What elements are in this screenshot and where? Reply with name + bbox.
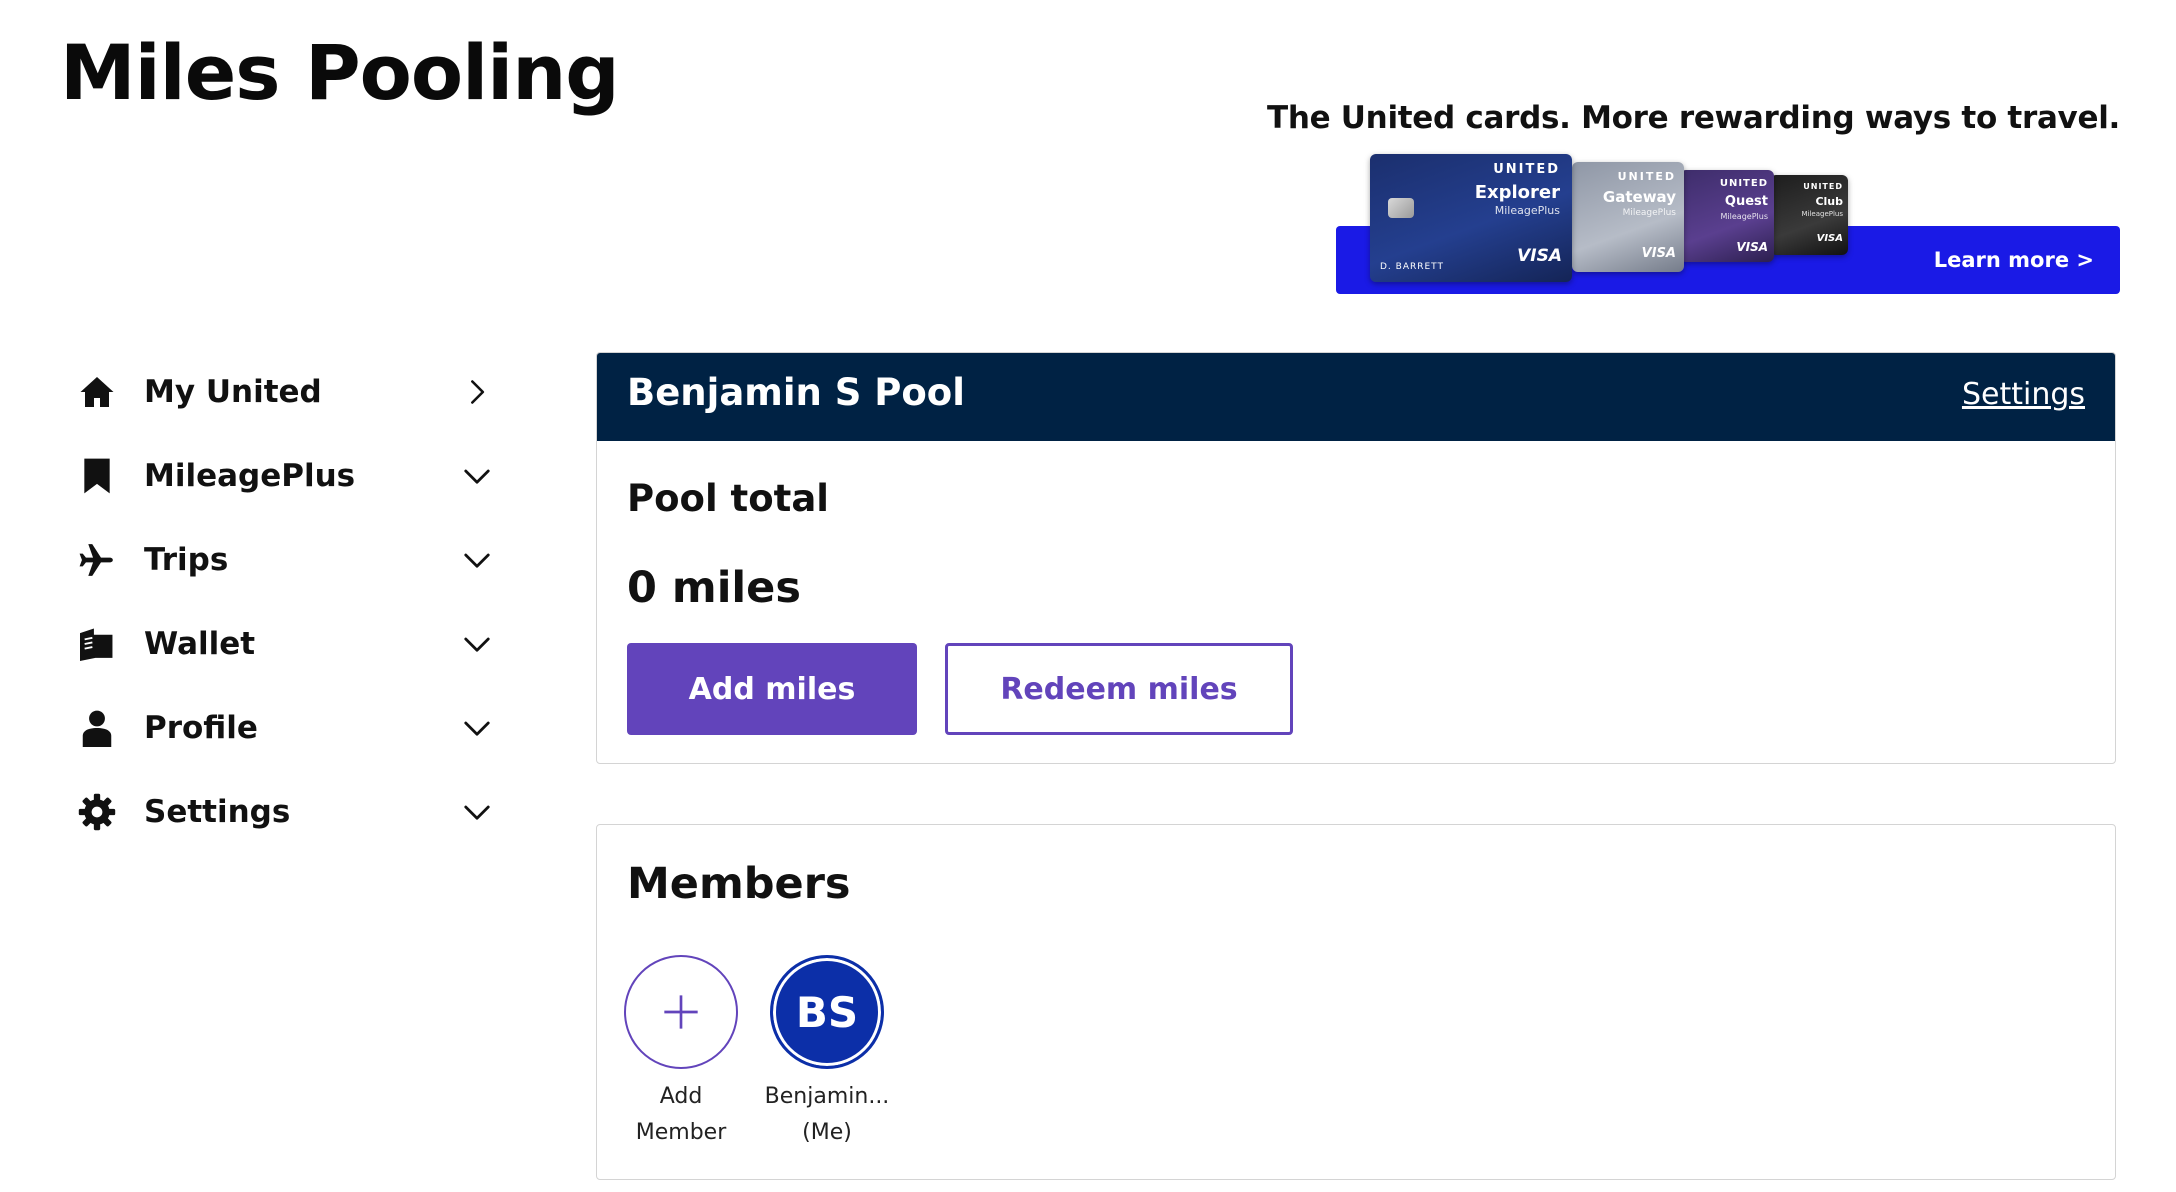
chevron-down-icon <box>456 455 498 497</box>
sidebar-item-label: Trips <box>144 542 229 578</box>
card-brand: UNITED <box>1803 182 1843 191</box>
quest-card-image: UNITED Quest MileagePlus VISA <box>1680 170 1774 262</box>
chevron-down-icon <box>456 791 498 833</box>
card-brand: UNITED <box>1493 162 1560 177</box>
card-network: VISA <box>1736 240 1768 254</box>
card-tier: Club <box>1815 195 1843 208</box>
card-program: MileagePlus <box>1494 204 1560 217</box>
member-name-line2: (Me) <box>802 1120 852 1145</box>
card-program: MileagePlus <box>1801 210 1843 218</box>
chevron-down-icon <box>456 539 498 581</box>
home-icon <box>76 371 118 413</box>
add-member-label-line1: Add <box>659 1084 703 1109</box>
promo-headline: The United cards. More rewarding ways to… <box>1266 100 2120 136</box>
pool-total-label: Pool total <box>627 477 829 520</box>
members-panel: Members Add Member BS Benjamin... (Me) <box>596 824 2116 1180</box>
wallet-icon <box>76 623 118 665</box>
card-program: MileagePlus <box>1720 212 1768 221</box>
page-title: Miles Pooling <box>60 28 620 117</box>
credit-card-promo-banner[interactable]: The United cards. More rewarding ways to… <box>1267 100 2120 296</box>
sidebar-item-label: Wallet <box>144 626 256 662</box>
sidebar-item-label: My United <box>144 374 322 410</box>
add-member-label-line2: Member <box>635 1120 727 1145</box>
chevron-down-icon <box>456 707 498 749</box>
pool-settings-link[interactable]: Settings <box>1962 377 2085 412</box>
add-member-button[interactable]: Add Member <box>601 955 761 1151</box>
card-tier: Gateway <box>1602 188 1676 206</box>
card-brand: UNITED <box>1617 170 1676 183</box>
club-card-image: UNITED Club MileagePlus VISA <box>1770 175 1848 255</box>
card-chip-icon <box>1388 198 1414 218</box>
card-tier: Quest <box>1724 194 1768 209</box>
add-member-label: Add Member <box>601 1079 761 1151</box>
sidebar-item-mileageplus[interactable]: MileagePlus <box>76 434 506 518</box>
airplane-icon <box>76 539 118 581</box>
pool-name: Benjamin S Pool <box>627 371 965 414</box>
chevron-down-icon <box>456 623 498 665</box>
pool-header: Benjamin S Pool Settings <box>597 353 2115 441</box>
redeem-miles-button[interactable]: Redeem miles <box>945 643 1293 735</box>
gateway-card-image: UNITED Gateway MileagePlus VISA <box>1572 162 1684 272</box>
sidebar-item-my-united[interactable]: My United <box>76 350 506 434</box>
account-sidebar: My United MileagePlus Trips Wallet Profi… <box>76 350 506 854</box>
member-name: Benjamin... (Me) <box>747 1079 907 1151</box>
sidebar-item-label: Profile <box>144 710 258 746</box>
explorer-card-image: UNITED Explorer MileagePlus VISA D. BARR… <box>1370 154 1572 282</box>
gear-icon <box>76 791 118 833</box>
learn-more-link[interactable]: Learn more > <box>1934 248 2094 272</box>
card-brand: UNITED <box>1719 178 1768 189</box>
pool-total-value: 0 miles <box>627 563 801 613</box>
members-title: Members <box>627 859 851 909</box>
add-miles-button[interactable]: Add miles <box>627 643 917 735</box>
card-network: VISA <box>1641 246 1676 261</box>
add-member-avatar[interactable] <box>624 955 738 1069</box>
sidebar-item-trips[interactable]: Trips <box>76 518 506 602</box>
card-network: VISA <box>1517 246 1562 266</box>
avatar[interactable]: BS <box>770 955 884 1069</box>
plus-icon <box>664 995 698 1029</box>
member-name-line1: Benjamin... <box>764 1084 890 1109</box>
chevron-right-icon <box>456 371 498 413</box>
sidebar-item-label: MileagePlus <box>144 458 356 494</box>
card-tier: Explorer <box>1474 182 1560 203</box>
card-holder: D. BARRETT <box>1380 262 1445 272</box>
bookmark-icon <box>76 455 118 497</box>
card-network: VISA <box>1816 233 1843 244</box>
member-item[interactable]: BS Benjamin... (Me) <box>747 955 907 1151</box>
sidebar-item-profile[interactable]: Profile <box>76 686 506 770</box>
sidebar-item-wallet[interactable]: Wallet <box>76 602 506 686</box>
sidebar-item-settings[interactable]: Settings <box>76 770 506 854</box>
card-program: MileagePlus <box>1622 208 1676 218</box>
sidebar-item-label: Settings <box>144 794 291 830</box>
person-icon <box>76 707 118 749</box>
pool-panel: Benjamin S Pool Settings Pool total 0 mi… <box>596 352 2116 764</box>
